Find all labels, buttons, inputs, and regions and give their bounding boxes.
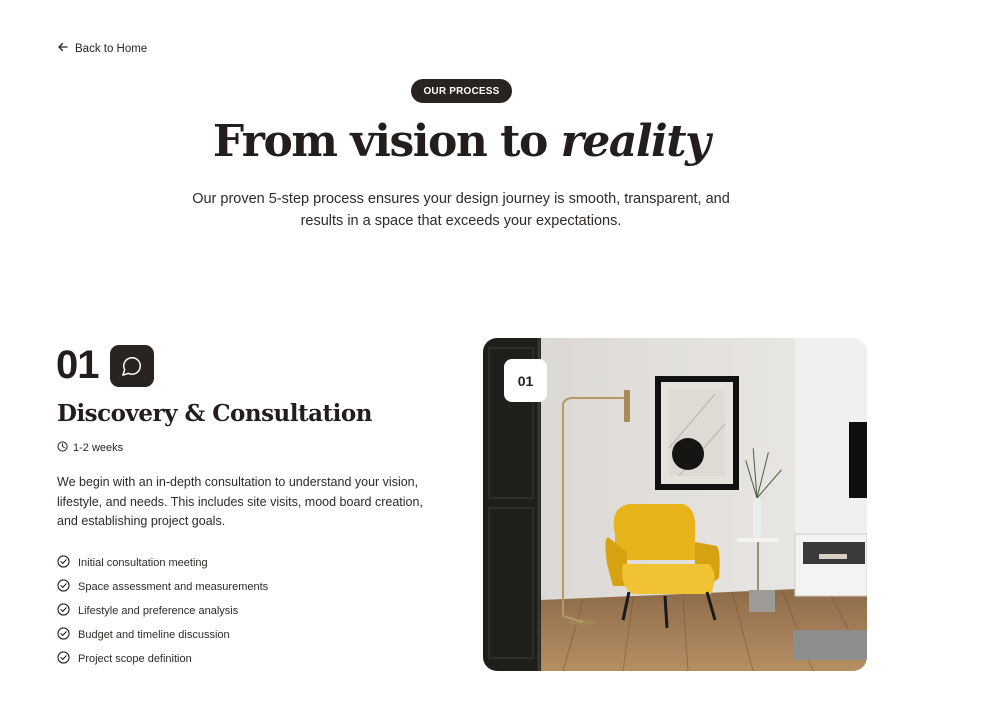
checklist-item-label: Lifestyle and preference analysis: [78, 605, 239, 617]
checklist-item: Space assessment and measurements: [57, 575, 268, 599]
check-circle-icon: [57, 603, 70, 619]
checklist-item-label: Initial consultation meeting: [78, 557, 208, 569]
page-title: From vision to reality: [0, 116, 922, 167]
section-badge: OUR PROCESS: [411, 79, 512, 103]
chat-bubble-icon: [110, 345, 154, 387]
checklist-item: Initial consultation meeting: [57, 551, 268, 575]
step-number: 01: [56, 343, 99, 387]
checklist-item-label: Space assessment and measurements: [78, 581, 269, 593]
page-subtitle: Our proven 5-step process ensures your d…: [192, 191, 730, 229]
check-circle-icon: [57, 555, 70, 571]
step-duration: 1-2 weeks: [57, 441, 123, 455]
checklist-item-label: Project scope definition: [78, 653, 192, 665]
duration-label: 1-2 weeks: [73, 442, 124, 454]
check-circle-icon: [57, 579, 70, 595]
photo-step-badge: 01: [504, 359, 547, 402]
back-to-home-label: Back to Home: [75, 42, 148, 55]
checklist-item-label: Budget and timeline discussion: [78, 629, 230, 641]
page-title-accent: reality: [560, 116, 711, 167]
checklist-item: Lifestyle and preference analysis: [57, 599, 268, 623]
page-title-plain: From vision to: [212, 116, 548, 167]
step-checklist: Initial consultation meeting Space asses…: [57, 551, 268, 671]
step-title: Discovery & Consultation: [57, 400, 372, 427]
back-to-home-link[interactable]: Back to Home: [57, 41, 147, 56]
arrow-left-icon: [57, 41, 69, 56]
checklist-item: Project scope definition: [57, 647, 268, 671]
step-description: We begin with an in-depth consultation t…: [57, 475, 423, 528]
checklist-item: Budget and timeline discussion: [57, 623, 268, 647]
clock-icon: [57, 441, 68, 455]
check-circle-icon: [57, 651, 70, 667]
check-circle-icon: [57, 627, 70, 643]
